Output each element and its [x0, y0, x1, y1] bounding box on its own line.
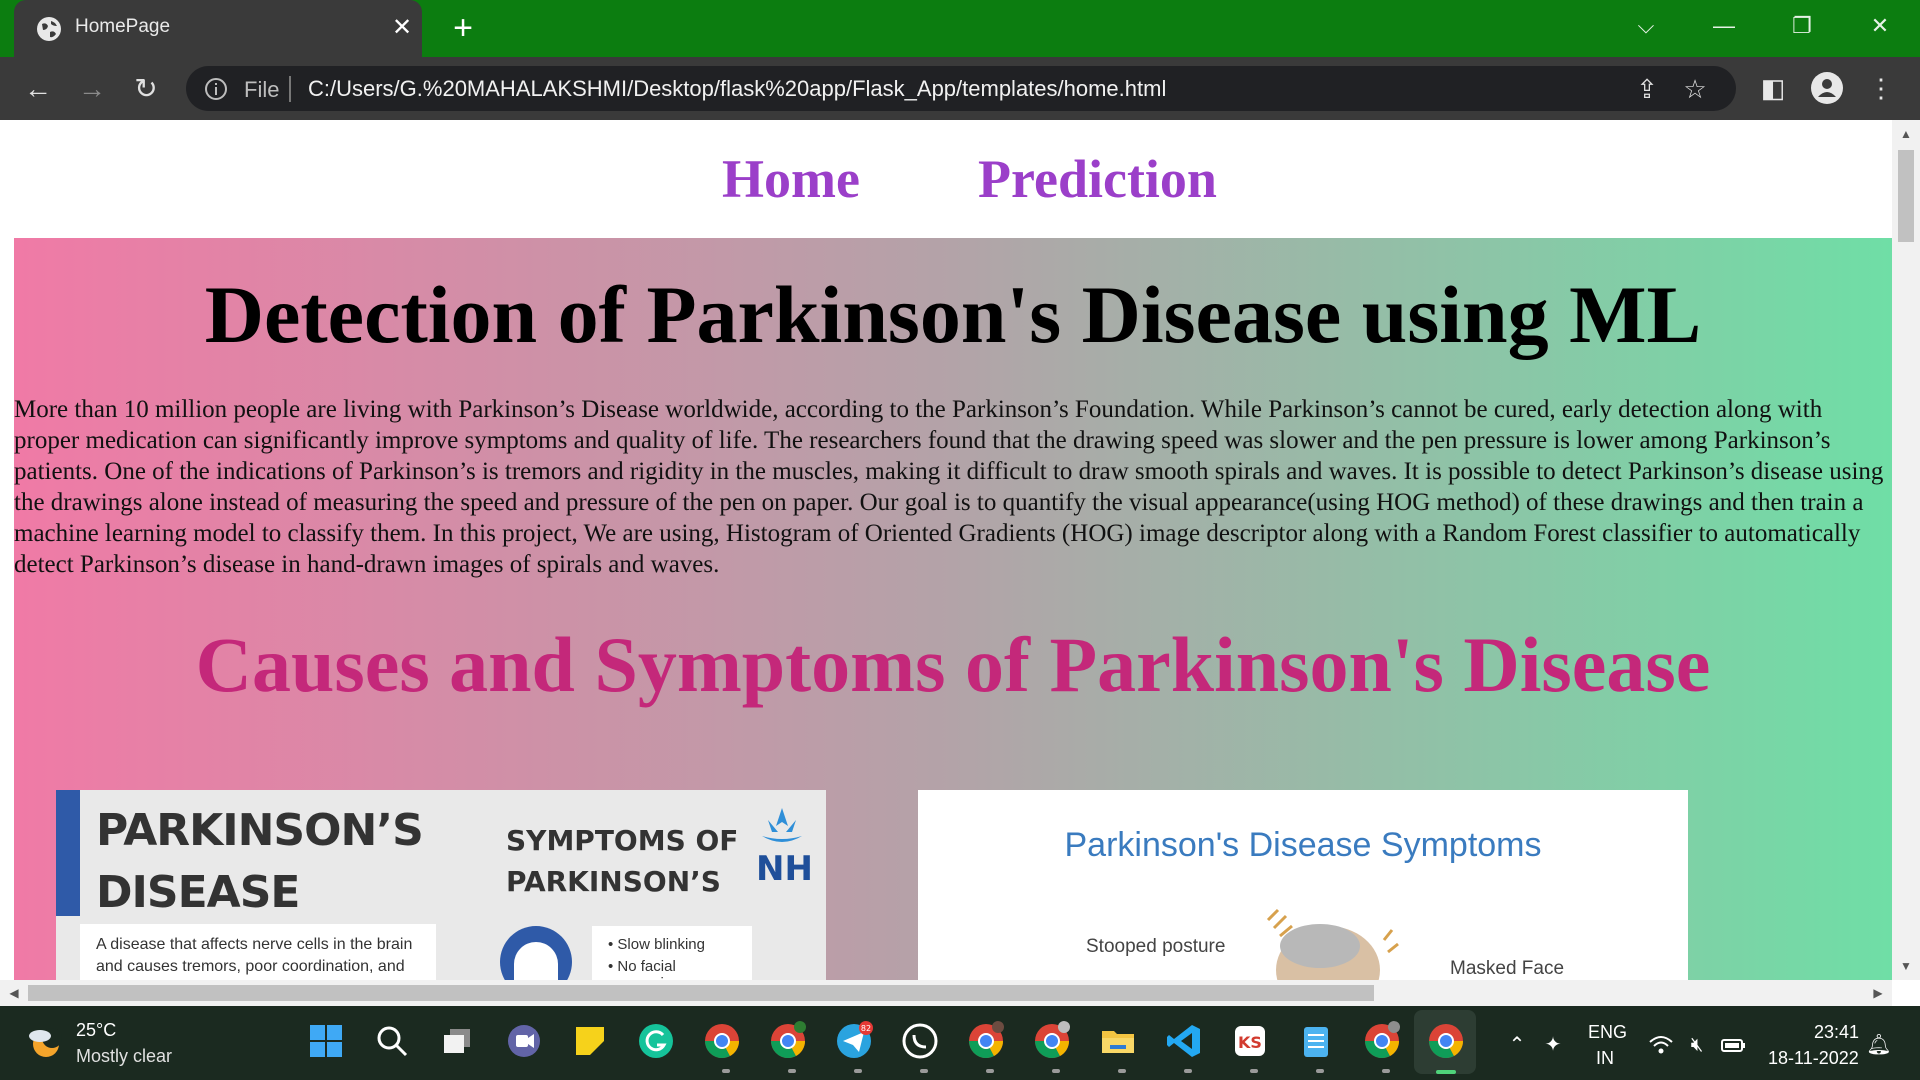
omnibox-divider: [289, 76, 291, 102]
wifi-icon[interactable]: [1648, 1032, 1674, 1058]
side-panel-icon[interactable]: ◧: [1756, 71, 1790, 105]
tray-app-icon[interactable]: ✦: [1540, 1032, 1566, 1058]
tab-title: HomePage: [75, 16, 171, 37]
page-title: Detection of Parkinson's Disease using M…: [204, 269, 1702, 360]
chrome-icon[interactable]: [702, 1021, 742, 1061]
clock-date[interactable]: 18-11-2022: [1768, 1048, 1859, 1069]
site-navbar: Home Prediction: [14, 120, 1892, 238]
scroll-down-arrow-icon[interactable]: ▼: [1892, 956, 1920, 976]
search-icon[interactable]: [372, 1021, 412, 1061]
teams-chat-icon[interactable]: [504, 1021, 544, 1061]
active-app-indicator: [1436, 1070, 1456, 1074]
infographic-symptoms-heading: SYMPTOMS OF PARKINSON’S: [506, 824, 739, 898]
svg-text:KS: KS: [1238, 1033, 1262, 1052]
tab-search-chevron-icon[interactable]: ⌵: [1624, 8, 1668, 44]
illustration-label-stooped-posture: Stooped posture: [1086, 936, 1226, 957]
vscode-icon[interactable]: [1164, 1021, 1204, 1061]
weather-description[interactable]: Mostly clear: [76, 1046, 172, 1067]
battery-icon[interactable]: [1720, 1032, 1746, 1058]
clock-time[interactable]: 23:41: [1814, 1022, 1859, 1043]
windows-taskbar: 25°C Mostly clear 82 KS ⌃ ✦ ENG IN 🔇︎ 23…: [0, 1006, 1920, 1080]
weather-temperature[interactable]: 25°C: [76, 1020, 116, 1041]
nav-link-prediction[interactable]: Prediction: [978, 148, 1217, 210]
language-indicator-in[interactable]: IN: [1596, 1048, 1614, 1069]
vertical-scrollbar[interactable]: ▲ ▼: [1892, 120, 1920, 980]
info-icon[interactable]: [204, 77, 228, 101]
scroll-up-arrow-icon[interactable]: ▲: [1892, 124, 1920, 144]
sticky-notes-icon[interactable]: [570, 1021, 610, 1061]
svg-text:NH: NH: [756, 849, 812, 886]
notification-bell-icon[interactable]: 🔔︎: [1866, 1032, 1892, 1058]
whatsapp-icon[interactable]: [900, 1021, 940, 1061]
infographic-heading: PARKINSON’S DISEASE: [96, 805, 424, 918]
weather-moon-cloud-icon[interactable]: [26, 1024, 62, 1060]
scroll-left-arrow-icon[interactable]: ◀: [2, 980, 26, 1006]
symptom-item: • Slow blinking: [608, 936, 705, 953]
browser-menu-icon[interactable]: ⋮: [1864, 71, 1898, 105]
person-illustration-icon: [500, 926, 572, 980]
windows-start-icon[interactable]: [306, 1021, 346, 1061]
url-text[interactable]: C:/Users/G.%20MAHALAKSHMI/Desktop/flask%…: [308, 76, 1166, 102]
wps-office-icon[interactable]: KS: [1230, 1021, 1270, 1061]
infographic-description: A disease that affects nerve cells in th…: [96, 936, 413, 975]
chrome-profile-m-icon[interactable]: [768, 1021, 808, 1061]
nav-link-home[interactable]: Home: [722, 148, 860, 210]
close-window-icon[interactable]: ✕: [1858, 8, 1902, 44]
restore-icon[interactable]: ❐: [1780, 8, 1824, 44]
notepad-icon[interactable]: [1296, 1021, 1336, 1061]
chrome-profile-3-icon[interactable]: [1032, 1021, 1072, 1061]
task-view-icon[interactable]: [438, 1021, 478, 1061]
section-title-causes-symptoms: Causes and Symptoms of Parkinson's Disea…: [195, 621, 1711, 708]
infographic-accent-bar: [56, 790, 80, 916]
elderly-man-illustration-icon: [1266, 908, 1399, 980]
address-bar[interactable]: File C:/Users/G.%20MAHALAKSHMI/Desktop/f…: [186, 66, 1736, 111]
chrome-active-icon[interactable]: [1426, 1021, 1466, 1061]
share-icon[interactable]: ⇪: [1632, 74, 1662, 104]
close-tab-icon[interactable]: ✕: [386, 12, 418, 44]
symptoms-illustration-image: Parkinson's Disease Symptoms Stooped pos…: [918, 790, 1688, 980]
symptom-item: • No facial expression: [608, 958, 681, 980]
telegram-icon[interactable]: 82: [834, 1021, 874, 1061]
reload-icon[interactable]: ↻: [126, 69, 166, 109]
chrome-profile-2-icon[interactable]: [966, 1021, 1006, 1061]
browser-tab-homepage[interactable]: HomePage ✕: [14, 0, 422, 57]
telegram-badge: 82: [861, 1024, 871, 1033]
chevron-up-icon[interactable]: ⌃: [1504, 1032, 1530, 1058]
infographic-image-parkinsons: PARKINSON’S DISEASE A disease that affec…: [56, 790, 826, 980]
forward-arrow-icon[interactable]: →: [72, 69, 112, 109]
profile-avatar-icon[interactable]: [1810, 71, 1844, 105]
grammarly-icon[interactable]: [636, 1021, 676, 1061]
vertical-scroll-thumb[interactable]: [1898, 150, 1914, 242]
symptoms-list: • Slow blinking • No facial expression: [592, 926, 752, 980]
chrome-profile-m2-icon[interactable]: [1362, 1021, 1402, 1061]
file-explorer-icon[interactable]: [1098, 1021, 1138, 1061]
intro-paragraph: More than 10 million people are living w…: [14, 396, 1884, 578]
back-arrow-icon[interactable]: ←: [18, 69, 58, 109]
hospital-logo-icon: NH: [756, 808, 812, 886]
volume-muted-icon[interactable]: 🔇︎: [1684, 1032, 1710, 1058]
horizontal-scroll-thumb[interactable]: [28, 985, 1374, 1001]
page-viewport: Home Prediction Detection of Parkinson's…: [14, 120, 1892, 980]
bookmark-star-icon[interactable]: ☆: [1680, 74, 1710, 104]
infographic-description-box: A disease that affects nerve cells in th…: [80, 924, 436, 980]
illustration-title: Parkinson's Disease Symptoms: [1064, 826, 1542, 864]
illustration-label-masked-face: Masked Face: [1450, 958, 1565, 979]
minimize-icon[interactable]: —: [1702, 8, 1746, 44]
new-tab-button[interactable]: +: [444, 10, 482, 48]
browser-toolbar: ← → ↻ File C:/Users/G.%20MAHALAKSHMI/Des…: [0, 57, 1920, 120]
url-scheme-label: File: [244, 77, 280, 102]
globe-icon: [37, 17, 61, 41]
horizontal-scrollbar[interactable]: ◀ ▶: [0, 980, 1892, 1006]
scroll-right-arrow-icon[interactable]: ▶: [1866, 980, 1890, 1006]
language-indicator-eng[interactable]: ENG: [1588, 1022, 1627, 1043]
browser-tab-bar: HomePage ✕ + ⌵ — ❐ ✕: [0, 0, 1920, 57]
